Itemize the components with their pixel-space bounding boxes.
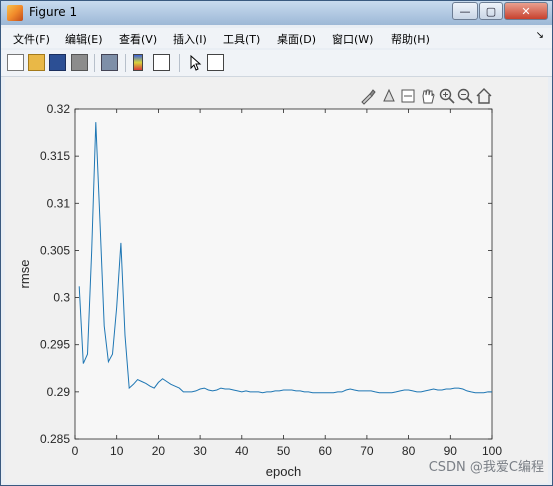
y-tick-label: 0.315 — [40, 149, 70, 163]
x-tick-label: 30 — [193, 444, 207, 458]
y-tick-label: 0.295 — [40, 338, 70, 352]
x-tick-label: 0 — [72, 444, 79, 458]
y-tick-label: 0.285 — [40, 432, 70, 446]
x-tick-label: 60 — [319, 444, 333, 458]
watermark: CSDN @我爱C编程 — [428, 460, 544, 475]
x-tick-label: 50 — [277, 444, 291, 458]
y-tick-label: 0.305 — [40, 243, 70, 257]
figure-window: Figure 1 — ▢ ✕ 文件(F) 编辑(E) 查看(V) 插入(I) 工… — [0, 0, 553, 486]
y-tick-label: 0.29 — [47, 385, 71, 399]
line-chart: 0 10 20 30 40 50 60 70 80 90 100 0.2850.290.2950.3… — [17, 102, 502, 479]
x-tick-label: 20 — [152, 444, 166, 458]
x-tick-label: 80 — [402, 444, 416, 458]
x-tick-label: 40 — [235, 444, 249, 458]
x-tick-label: 70 — [360, 444, 374, 458]
y-tick-label: 0.32 — [47, 102, 71, 116]
x-tick-label: 10 — [110, 444, 124, 458]
y-tick-label: 0.31 — [47, 196, 71, 210]
x-axis-label: epoch — [266, 464, 301, 479]
y-tick-label: 0.3 — [53, 291, 70, 305]
y-axis-label: rmse — [17, 260, 32, 289]
